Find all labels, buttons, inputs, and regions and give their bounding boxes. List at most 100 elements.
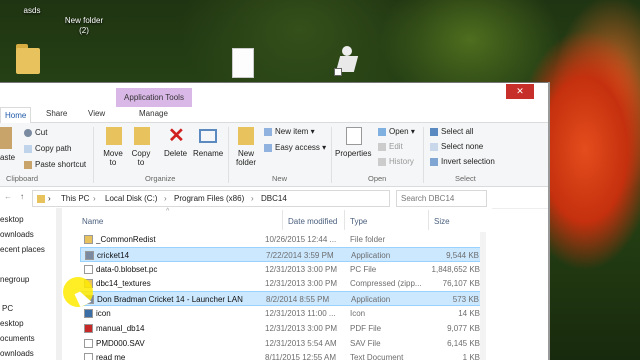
new-folder-button[interactable]: New folder — [234, 149, 258, 167]
copy-to-button[interactable]: Copy to — [130, 149, 152, 167]
new-folder-icon[interactable] — [238, 127, 254, 145]
file-icon — [84, 264, 93, 274]
nav-item-desktop[interactable]: esktop — [0, 319, 24, 328]
desktop-icon-new-folder[interactable]: New folder (2) — [58, 0, 110, 46]
history-button[interactable]: History — [378, 157, 414, 166]
group-label-select: Select — [455, 174, 476, 183]
copy-to-icon[interactable] — [134, 127, 150, 145]
folder-icon[interactable] — [16, 44, 42, 76]
search-input[interactable]: Search DBC14 — [396, 190, 487, 207]
tab-share[interactable]: Share — [46, 109, 67, 118]
file-type: SAV File — [350, 338, 381, 348]
breadcrumb-program-files[interactable]: Program Files (x86) — [174, 194, 244, 203]
file-name: _CommonRedist — [96, 235, 156, 244]
easy-access-button[interactable]: Easy access ▾ — [264, 143, 326, 152]
paste-shortcut-icon — [24, 160, 32, 169]
file-row[interactable]: _CommonRedist 10/26/2015 12:44 ... File fo… — [80, 232, 484, 247]
nav-item-documents[interactable]: ocuments — [0, 334, 35, 343]
back-arrow-icon[interactable]: ← — [4, 192, 12, 201]
address-bar[interactable]: › This PC › Local Disk (C:) › Program Fi… — [32, 190, 390, 207]
file-size: 9,544 KB — [446, 250, 479, 260]
pdf-icon — [84, 323, 93, 333]
file-name: manual_db14 — [96, 323, 145, 333]
delete-icon[interactable]: ✕ — [168, 126, 185, 146]
file-row[interactable]: cricket14 7/22/2014 3:59 PM Application 9,5… — [80, 246, 484, 262]
file-name: Don Bradman Cricket 14 - Launcher LAN — [97, 295, 243, 305]
nav-item-this-pc[interactable]: PC — [2, 304, 13, 313]
file-name: PMD000.SAV — [96, 338, 145, 348]
ribbon-tabs: Home Share View Manage — [0, 107, 550, 124]
file-row[interactable]: Don Bradman Cricket 14 - Launcher LAN 8/2… — [80, 291, 484, 307]
file-row[interactable]: PMD000.SAV 12/31/2013 5:54 AM SAV File 6,14… — [80, 336, 484, 351]
paste-button[interactable]: aste — [0, 153, 15, 162]
ribbon-divider — [228, 127, 229, 183]
list-scrollbar[interactable] — [480, 232, 486, 360]
ribbon-divider — [423, 127, 424, 183]
file-size: 1,848,652 KB — [431, 264, 480, 274]
ribbon: aste Cut Copy path Paste shortcut Clipbo… — [0, 123, 550, 187]
close-button[interactable]: ✕ — [506, 84, 534, 99]
properties-icon[interactable] — [346, 127, 362, 145]
open-button[interactable]: Open ▾ — [378, 127, 415, 136]
paste-shortcut-button[interactable]: Paste shortcut — [24, 160, 86, 169]
desktop-icon-label: asds — [23, 6, 41, 15]
file-row[interactable]: manual_db14 12/31/2013 3:00 PM PDF File 9,0… — [80, 321, 484, 336]
tab-view[interactable]: View — [88, 109, 105, 118]
tab-home[interactable]: Home — [0, 107, 32, 124]
breadcrumb-separator-icon: › — [251, 194, 254, 203]
breadcrumb-dbc14[interactable]: DBC14 — [261, 194, 287, 203]
file-name: read me — [96, 353, 126, 360]
column-header-date[interactable]: Date modified — [288, 217, 337, 226]
file-type: PC File — [350, 264, 377, 274]
select-none-button[interactable]: Select none — [430, 142, 483, 151]
file-row[interactable]: read me 8/11/2015 12:55 AM Text Document 1 … — [80, 350, 484, 360]
desktop-icon-asds[interactable]: asds — [14, 0, 50, 15]
dropdown-arrow-icon: ▾ — [322, 143, 327, 152]
column-header-type[interactable]: Type — [350, 217, 367, 226]
ribbon-divider — [331, 127, 332, 183]
cut-button[interactable]: Cut — [24, 128, 47, 137]
group-label-clipboard: Clipboard — [6, 174, 39, 183]
tab-manage[interactable]: Manage — [139, 109, 168, 118]
select-all-icon — [430, 127, 438, 136]
document-icon[interactable] — [232, 48, 254, 78]
folder-icon: › — [37, 194, 51, 203]
rename-button[interactable]: Rename — [193, 149, 223, 158]
copy-path-button[interactable]: Copy path — [24, 144, 71, 153]
column-header-size[interactable]: Size — [434, 217, 450, 226]
file-date: 8/11/2015 12:55 AM — [265, 353, 337, 360]
nav-item-downloads[interactable]: ownloads — [0, 349, 34, 358]
properties-button[interactable]: Properties — [335, 149, 371, 158]
delete-button[interactable]: Delete — [164, 149, 187, 158]
up-arrow-icon[interactable]: ↑ — [20, 192, 24, 201]
file-row[interactable]: icon 12/31/2013 11:00 ... Icon 14 KB — [80, 306, 484, 321]
game-shortcut-icon[interactable] — [334, 44, 362, 78]
nav-item-desktop[interactable]: esktop — [0, 215, 24, 224]
file-row[interactable]: dbc14_textures 12/31/2013 3:00 PM Compress… — [80, 276, 484, 291]
paste-icon[interactable] — [0, 127, 12, 149]
history-icon — [378, 157, 386, 166]
invert-selection-button[interactable]: Invert selection — [430, 157, 495, 166]
easy-access-icon — [264, 143, 272, 152]
file-row[interactable]: data-0.blobset.pc 12/31/2013 3:00 PM PC Fi… — [80, 262, 484, 277]
file-icon — [84, 338, 93, 348]
title-bar[interactable]: Application Tools ✕ — [0, 83, 550, 107]
nav-item-homegroup[interactable]: negroup — [0, 275, 29, 284]
breadcrumb-this-pc[interactable]: This PC — [61, 194, 89, 203]
move-to-icon[interactable] — [106, 127, 122, 145]
nav-item-recent-places[interactable]: ecent places — [0, 245, 45, 254]
breadcrumb-local-disk[interactable]: Local Disk (C:) — [105, 194, 157, 203]
breadcrumb-separator-icon: › — [164, 194, 167, 203]
file-date: 7/22/2014 3:59 PM — [266, 250, 334, 260]
file-date: 12/31/2013 3:00 PM — [265, 279, 338, 289]
move-to-button[interactable]: Move to — [102, 149, 124, 167]
column-header-name[interactable]: Name — [82, 217, 103, 226]
nav-item-downloads[interactable]: ownloads — [0, 230, 34, 239]
select-all-button[interactable]: Select all — [430, 127, 473, 136]
file-type: PDF File — [350, 323, 382, 333]
rename-icon[interactable] — [199, 129, 217, 143]
file-date: 10/26/2015 12:44 ... — [265, 235, 337, 244]
edit-button[interactable]: Edit — [378, 142, 403, 151]
text-icon — [84, 353, 93, 360]
new-item-button[interactable]: New item ▾ — [264, 127, 315, 136]
